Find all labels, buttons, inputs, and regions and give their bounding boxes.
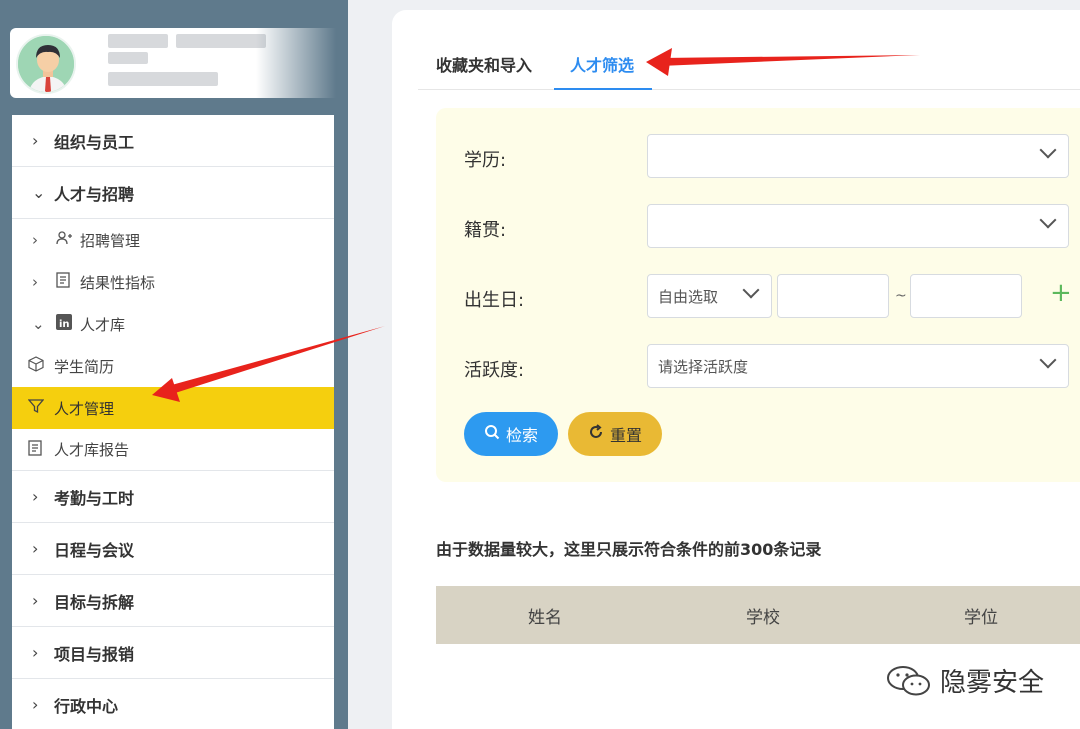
chevron-right-icon: › (32, 273, 38, 291)
menu-group-label: 考勤与工时 (54, 488, 135, 508)
linkedin-icon: in (56, 314, 80, 334)
tab-favorites-import[interactable]: 收藏夹和导入 (436, 52, 532, 88)
menu-item-label: 人才管理 (54, 399, 115, 418)
menu-group-label: 项目与报销 (54, 644, 135, 664)
menu-group-label: 人才与招聘 (54, 184, 135, 204)
watermark-text: 隐雾安全 (940, 668, 1045, 698)
menu-group-label: 日程与会议 (54, 540, 135, 560)
user-profile-card[interactable] (10, 28, 336, 98)
document-icon (56, 272, 80, 292)
column-header-degree: 学位 (964, 607, 998, 628)
tab-bar: 收藏夹和导入 人才筛选 (418, 42, 1080, 90)
menu-group-org[interactable]: › 组织与员工 (12, 115, 334, 167)
activity-placeholder: 请选择活跃度 (658, 357, 749, 376)
activity-label: 活跃度: (464, 360, 525, 381)
redacted-text (108, 52, 148, 64)
reset-button-label: 重置 (609, 426, 642, 445)
hometown-select[interactable] (647, 204, 1069, 248)
add-condition-icon[interactable]: + (1050, 278, 1072, 308)
table-header: 姓名 学校 学位 (436, 586, 1080, 644)
menu-group-schedule[interactable]: › 日程与会议 (12, 523, 334, 575)
tab-talent-filter[interactable]: 人才筛选 (554, 52, 653, 90)
hometown-label: 籍贯: (464, 220, 507, 241)
sidebar: › 组织与员工 ⌄ 人才与招聘 › 招聘管理 › 结果性指标 ⌄ in 人才库 … (0, 0, 348, 729)
menu-group-admin[interactable]: › 行政中心 (12, 679, 334, 729)
redacted-text (108, 72, 218, 86)
main-panel: 收藏夹和导入 人才筛选 学历: 籍贯: 出生日: 自由选取 ~ + 活跃度: 请… (392, 10, 1080, 729)
search-button-label: 检索 (505, 426, 538, 445)
chevron-down-icon: ⌄ (32, 315, 45, 333)
birthday-label: 出生日: (464, 290, 525, 311)
birthday-mode-value: 自由选取 (658, 287, 719, 306)
menu-item-label: 结果性指标 (80, 273, 156, 292)
menu-item-recruitment[interactable]: › 招聘管理 (12, 219, 334, 261)
menu-item-label: 学生简历 (54, 357, 115, 376)
range-separator: ~ (895, 288, 907, 304)
education-label: 学历: (464, 150, 507, 171)
chevron-down-icon (1039, 351, 1057, 369)
menu-group-projects[interactable]: › 项目与报销 (12, 627, 334, 679)
chevron-right-icon: › (32, 591, 39, 610)
redacted-text (176, 34, 266, 48)
avatar (16, 34, 76, 94)
menu-item-label: 人才库 (80, 315, 126, 334)
chevron-right-icon: › (32, 487, 39, 506)
menu-group-goals[interactable]: › 目标与拆解 (12, 575, 334, 627)
menu-group-talent[interactable]: ⌄ 人才与招聘 (12, 167, 334, 219)
menu-item-label: 人才库报告 (54, 441, 130, 459)
menu-item-talent-pool[interactable]: ⌄ in 人才库 (12, 303, 334, 345)
chevron-right-icon: › (32, 131, 39, 150)
menu-item-result-metrics[interactable]: › 结果性指标 (12, 261, 334, 303)
chevron-down-icon (742, 281, 760, 299)
filter-panel: 学历: 籍贯: 出生日: 自由选取 ~ + 活跃度: 请选择活跃度 检索 重置 (436, 108, 1080, 482)
chevron-down-icon: ⌄ (32, 183, 46, 202)
chevron-right-icon: › (32, 695, 39, 714)
side-menu: › 组织与员工 ⌄ 人才与招聘 › 招聘管理 › 结果性指标 ⌄ in 人才库 … (12, 115, 334, 729)
menu-item-talent-management[interactable]: 人才管理 (12, 387, 334, 429)
chevron-right-icon: › (32, 539, 39, 558)
chevron-right-icon: › (32, 643, 39, 662)
birthday-mode-select[interactable]: 自由选取 (647, 274, 772, 318)
result-limit-note: 由于数据量较大，这里只展示符合条件的前300条记录 (436, 540, 822, 559)
reset-button[interactable]: 重置 (568, 412, 662, 456)
education-select[interactable] (647, 134, 1069, 178)
svg-text:in: in (59, 319, 70, 330)
user-add-icon (56, 231, 80, 249)
search-icon (484, 424, 500, 444)
redacted-name (108, 34, 168, 48)
menu-group-label: 组织与员工 (54, 132, 135, 152)
birthday-end-input[interactable] (910, 274, 1022, 318)
menu-item-label: 招聘管理 (80, 231, 141, 250)
activity-select[interactable]: 请选择活跃度 (647, 344, 1069, 388)
cube-icon (28, 356, 54, 376)
document-icon (28, 439, 54, 460)
column-header-name: 姓名 (528, 607, 562, 628)
chevron-down-icon (1039, 141, 1057, 159)
chevron-down-icon (1039, 211, 1057, 229)
column-header-school: 学校 (746, 607, 780, 628)
search-button[interactable]: 检索 (464, 412, 558, 456)
chevron-right-icon: › (32, 231, 38, 249)
birthday-start-input[interactable] (777, 274, 889, 318)
menu-item-student-resume[interactable]: 学生简历 (12, 345, 334, 387)
watermark: 隐雾安全 (886, 662, 1044, 699)
filter-icon (27, 398, 54, 418)
menu-group-label: 目标与拆解 (54, 592, 135, 612)
menu-group-label: 行政中心 (54, 696, 119, 716)
menu-group-attendance[interactable]: › 考勤与工时 (12, 471, 334, 523)
menu-item-talent-report[interactable]: 人才库报告 (12, 429, 334, 471)
refresh-icon (588, 424, 604, 444)
wechat-icon (886, 665, 932, 697)
